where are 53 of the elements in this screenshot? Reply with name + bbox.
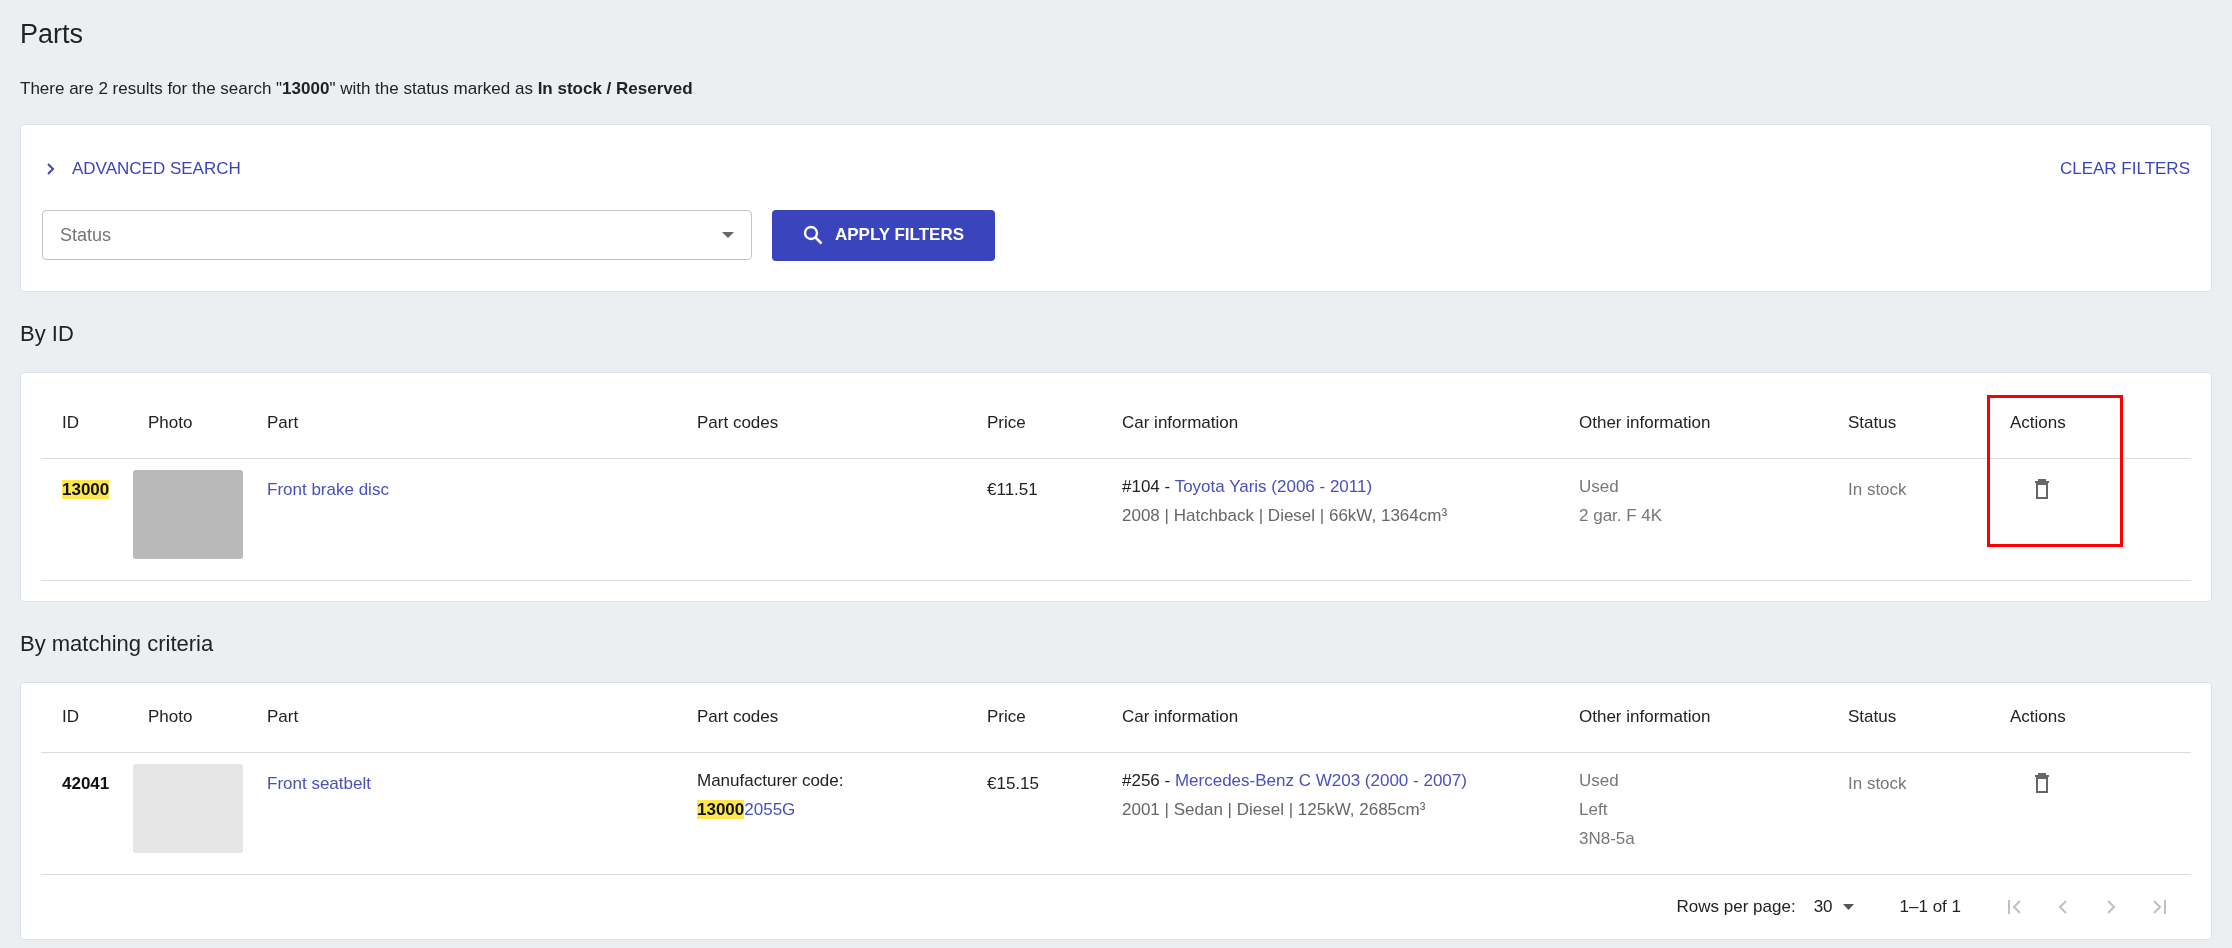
search-icon xyxy=(802,225,823,245)
car-reference: #104 - Toyota Yaris (2006 - 2011) xyxy=(1122,475,1374,498)
id-cell: 13000 xyxy=(62,479,110,499)
status-text: In stock xyxy=(1848,479,1907,499)
column-header[interactable]: Car information xyxy=(1122,707,1239,726)
column-header[interactable]: Part xyxy=(267,413,299,432)
apply-filters-button[interactable]: APPLY FILTERS xyxy=(772,209,995,261)
car-model-link[interactable]: Toyota Yaris (2006 - 2011) xyxy=(1174,476,1373,496)
status-text: In stock xyxy=(1848,773,1907,793)
price-text: €11.51 xyxy=(987,479,1038,499)
status-dropdown[interactable]: Status xyxy=(42,210,752,260)
column-header[interactable]: Price xyxy=(987,707,1026,726)
car-details: 2008 | Hatchback | Diesel | 66kW, 1364cm³ xyxy=(1122,504,1449,527)
dropdown-caret-icon xyxy=(722,232,734,238)
part-code-label: Manufacturer code: xyxy=(697,769,845,792)
column-header[interactable]: Actions xyxy=(2010,413,2066,432)
column-header[interactable]: Part codes xyxy=(697,707,779,726)
other-info-text: Used xyxy=(1579,475,1620,498)
column-header[interactable]: ID xyxy=(62,707,79,726)
section-heading: By ID xyxy=(20,319,75,348)
part-code-link[interactable]: 130002055G xyxy=(697,799,796,819)
column-header[interactable]: Part xyxy=(267,707,299,726)
other-info-text: Used xyxy=(1579,769,1620,792)
advanced-search-toggle[interactable]: ADVANCED SEARCH xyxy=(42,155,243,182)
column-header[interactable]: ID xyxy=(62,413,79,432)
dropdown-caret-icon xyxy=(1842,903,1854,910)
column-header[interactable]: Other information xyxy=(1579,707,1711,726)
column-header[interactable]: Status xyxy=(1848,707,1897,726)
car-model-link[interactable]: Mercedes-Benz C W203 (2000 - 2007) xyxy=(1174,770,1467,790)
price-text: €15.15 xyxy=(987,773,1039,793)
page-range-text: 1–1 of 1 xyxy=(1899,895,1961,918)
column-header[interactable]: Status xyxy=(1848,413,1897,432)
column-header[interactable]: Other information xyxy=(1579,413,1711,432)
part-link[interactable]: Front seatbelt xyxy=(267,773,371,793)
car-details: 2001 | Sedan | Diesel | 125kW, 2685cm³ xyxy=(1122,798,1427,821)
rows-per-page-label: Rows per page: xyxy=(1676,895,1796,918)
column-header[interactable]: Photo xyxy=(148,413,193,432)
other-info-text: 3N8-5a xyxy=(1579,827,1636,850)
clear-filters-button[interactable]: CLEAR FILTERS xyxy=(2059,155,2190,182)
search-summary: There are 2 results for the search "13000" with the status marked as In stock / Reserved xyxy=(20,78,694,100)
other-info-text: Left xyxy=(1579,798,1609,821)
column-header[interactable]: Part codes xyxy=(697,413,779,432)
car-reference: #256 - Mercedes-Benz C W203 (2000 - 2007) xyxy=(1122,769,1468,792)
other-info-text: 2 gar. F 4K xyxy=(1579,504,1664,527)
column-header[interactable]: Car information xyxy=(1122,413,1239,432)
column-header[interactable]: Actions xyxy=(2010,707,2066,726)
id-cell: 42041 xyxy=(62,773,110,793)
page-title: Parts xyxy=(20,18,85,51)
column-header[interactable]: Photo xyxy=(148,707,193,726)
column-header[interactable]: Price xyxy=(987,413,1026,432)
rows-per-page-dropdown[interactable]: 30 xyxy=(1813,893,1854,920)
part-link[interactable]: Front brake disc xyxy=(267,479,389,499)
section-heading: By matching criteria xyxy=(20,629,215,658)
